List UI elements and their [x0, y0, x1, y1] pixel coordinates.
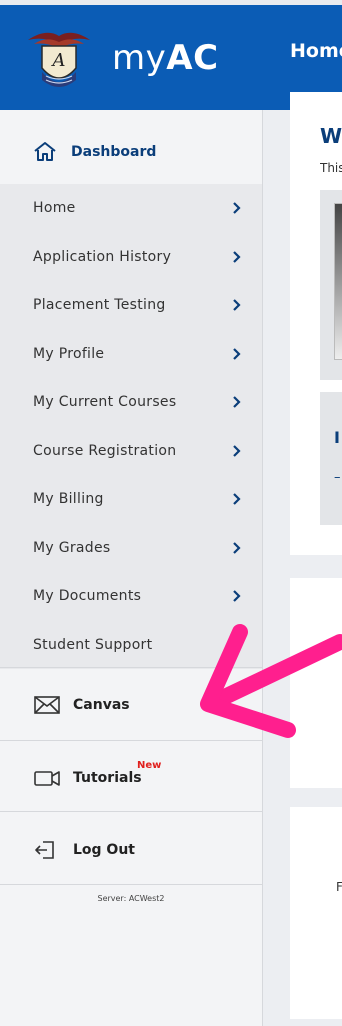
sidebar-item-label: Home: [33, 200, 76, 217]
sidebar-item-my-profile[interactable]: My Profile: [0, 330, 262, 379]
info-dash: –: [334, 470, 341, 485]
house-icon: [34, 142, 56, 161]
info-heading: I: [334, 428, 340, 447]
sidebar-item-course-registration[interactable]: Course Registration: [0, 427, 262, 476]
new-badge: New: [137, 760, 162, 771]
chevron-right-icon: [233, 250, 241, 263]
sidebar-item-label: Student Support: [33, 636, 153, 653]
welcome-heading: W: [320, 124, 342, 148]
divider: [0, 884, 262, 885]
sidebar-item-my-billing[interactable]: My Billing: [0, 475, 262, 524]
server-label: Server: ACWest2: [97, 894, 165, 903]
sidebar-item-label: Course Registration: [33, 442, 177, 459]
sidebar-item-placement-testing[interactable]: Placement Testing: [0, 281, 262, 330]
sidebar-item-label: Application History: [33, 248, 172, 265]
divider: [0, 811, 262, 812]
logout-arrow-icon: [35, 841, 54, 859]
sidebar-item-label: Placement Testing: [33, 297, 166, 314]
app-logo-text[interactable]: myAC: [112, 38, 219, 78]
sidebar-item-my-current-courses[interactable]: My Current Courses: [0, 378, 262, 427]
welcome-image: [334, 203, 342, 360]
tutorials-link[interactable]: Tutorials: [0, 742, 262, 814]
welcome-subtext: This: [320, 161, 342, 175]
chevron-right-icon: [233, 444, 241, 457]
annotation-arrow: [200, 624, 342, 738]
sidebar-item-label: My Profile: [33, 345, 105, 362]
canvas-label: Canvas: [73, 697, 130, 713]
info-panel: [320, 392, 342, 525]
sidebar-dashboard-link[interactable]: Dashboard: [0, 120, 262, 184]
sidebar-nav: Home Application History Placement Testi…: [0, 184, 262, 669]
chevron-right-icon: [233, 347, 241, 360]
content-card-3: [290, 807, 342, 1019]
sidebar-item-my-grades[interactable]: My Grades: [0, 524, 262, 573]
logout-link[interactable]: Log Out: [0, 814, 262, 886]
dashboard-label: Dashboard: [71, 144, 157, 160]
card-3-text: F: [336, 880, 342, 894]
chevron-right-icon: [233, 299, 241, 312]
sidebar-item-label: My Current Courses: [33, 394, 177, 411]
chevron-right-icon: [233, 202, 241, 215]
chevron-right-icon: [233, 541, 241, 554]
svg-text:A: A: [51, 50, 66, 71]
sidebar-item-label: My Grades: [33, 539, 111, 556]
tutorials-label: Tutorials: [73, 770, 142, 786]
page-title: Home: [290, 40, 342, 62]
envelope-icon: [34, 696, 60, 714]
logout-label: Log Out: [73, 842, 135, 858]
sidebar-item-label: My Documents: [33, 588, 142, 605]
sidebar-item-label: My Billing: [33, 491, 104, 508]
sidebar-item-application-history[interactable]: Application History: [0, 233, 262, 282]
college-emblem-logo[interactable]: A: [26, 22, 92, 92]
video-camera-icon: [34, 771, 60, 786]
chevron-right-icon: [233, 493, 241, 506]
sidebar-item-my-documents[interactable]: My Documents: [0, 572, 262, 621]
sidebar-item-home[interactable]: Home: [0, 184, 262, 233]
chevron-right-icon: [233, 396, 241, 409]
chevron-right-icon: [233, 590, 241, 603]
